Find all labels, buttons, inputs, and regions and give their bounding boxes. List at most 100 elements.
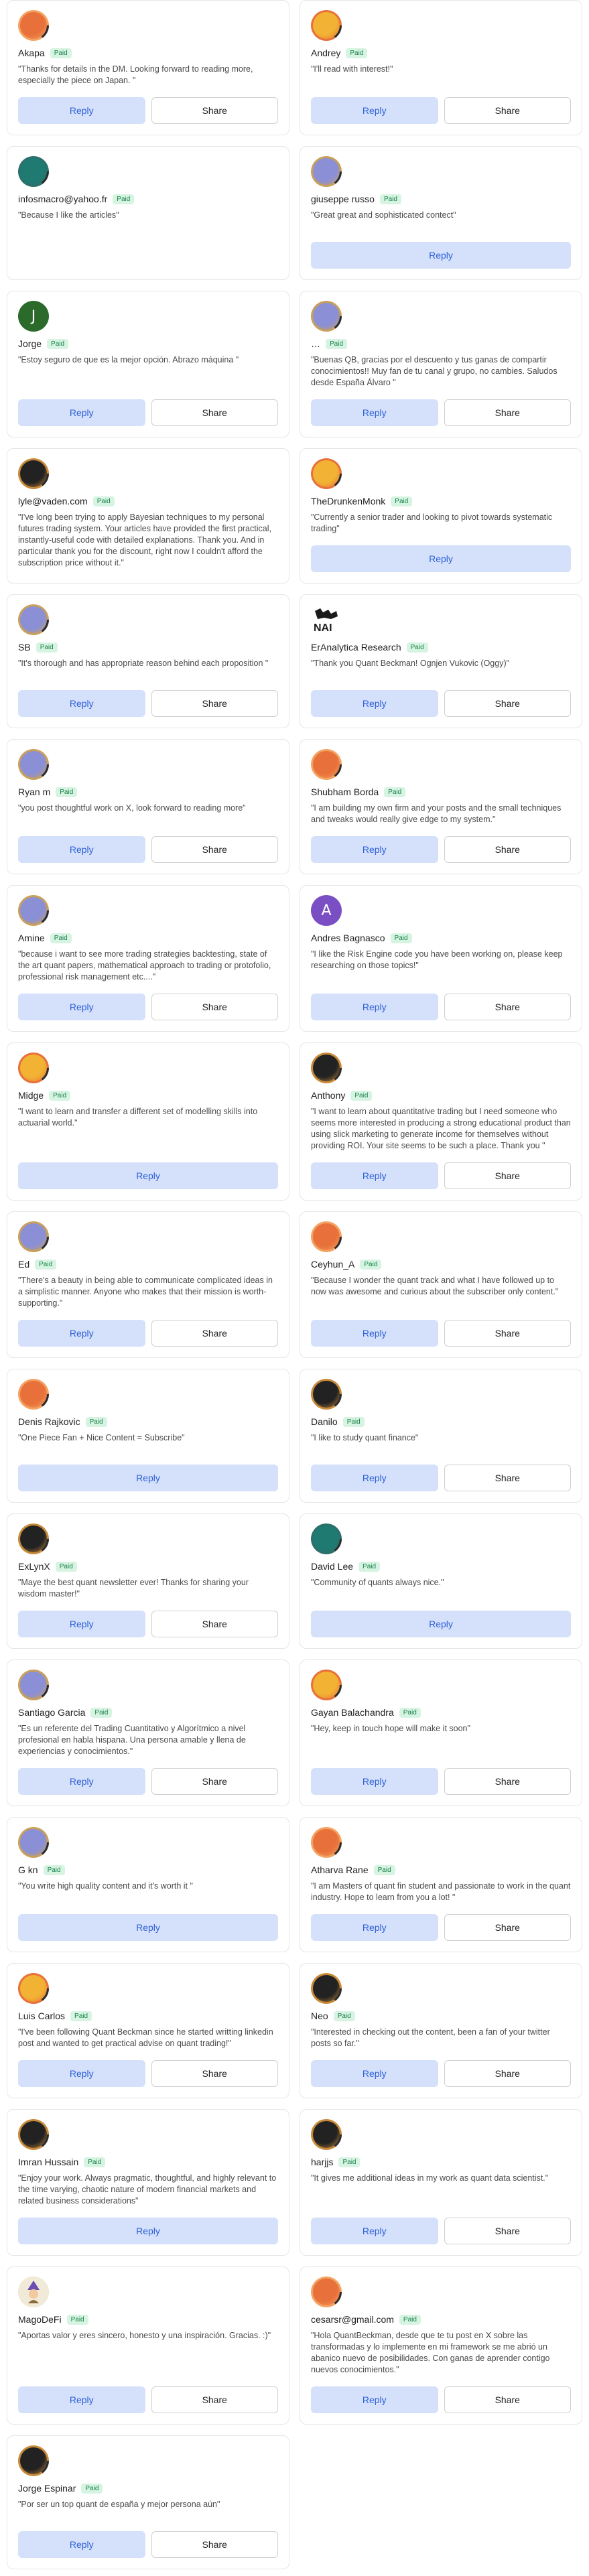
subscribe-reason: "I want to learn and transfer a differen… xyxy=(18,1107,258,1128)
reply-button[interactable]: Reply xyxy=(311,1914,438,1941)
paid-badge: Paid xyxy=(338,2157,361,2167)
share-button[interactable]: Share xyxy=(151,2531,278,2558)
share-button[interactable]: Share xyxy=(151,1320,278,1347)
reply-button[interactable]: Reply xyxy=(18,2531,145,2558)
card-actions: Reply Share xyxy=(18,1309,278,1347)
avatar xyxy=(18,156,49,187)
reply-button[interactable]: Reply xyxy=(311,690,438,717)
reply-button[interactable]: Reply xyxy=(311,1465,438,1491)
share-button[interactable]: Share xyxy=(151,2060,278,2087)
reply-button[interactable]: Reply xyxy=(311,836,438,863)
avatar xyxy=(18,1973,49,2004)
subscribe-reason: "Por ser un top quant de españa y mejor … xyxy=(18,2500,220,2509)
subscriber-name: Andrey xyxy=(311,48,341,58)
share-button[interactable]: Share xyxy=(444,2060,571,2087)
subscriber-card: Amine Paid "because i want to see more tra… xyxy=(7,885,289,1032)
reply-button[interactable]: Reply xyxy=(311,2060,438,2087)
share-button[interactable]: Share xyxy=(444,2386,571,2413)
share-button[interactable]: Share xyxy=(444,1914,571,1941)
subscriber-card: Atharva Rane Paid "I am Masters of quant f… xyxy=(300,1817,582,1952)
reply-button[interactable]: Reply xyxy=(18,1914,278,1941)
reply-button[interactable]: Reply xyxy=(18,994,145,1020)
share-button[interactable]: Share xyxy=(151,1768,278,1795)
share-button[interactable]: Share xyxy=(444,399,571,426)
subscriber-card: Andrey Paid "I'll read with interest!" Repl… xyxy=(300,0,582,135)
subscribe-reason: "Thanks for details in the DM. Looking f… xyxy=(18,64,253,85)
subscriber-card: Luis Carlos Paid "I've been following Quan… xyxy=(7,1963,289,2098)
share-button[interactable]: Share xyxy=(151,836,278,863)
reply-button[interactable]: Reply xyxy=(18,2386,145,2413)
paid-badge: Paid xyxy=(333,2011,355,2021)
paid-badge: Paid xyxy=(81,2483,103,2494)
card-actions: Reply Share xyxy=(311,679,571,717)
reply-button[interactable]: Reply xyxy=(18,1768,145,1795)
reply-button[interactable]: Reply xyxy=(311,399,438,426)
reply-button[interactable]: Reply xyxy=(311,2386,438,2413)
reply-button[interactable]: Reply xyxy=(311,545,571,572)
subscriber-name: Shubham Borda xyxy=(311,787,379,797)
reply-button[interactable]: Reply xyxy=(18,1465,278,1491)
subscriber-card: A Andres Bagnasco Paid "I like the Risk Eng… xyxy=(300,885,582,1032)
reply-button[interactable]: Reply xyxy=(18,2218,278,2244)
share-button[interactable]: Share xyxy=(151,1611,278,1637)
reply-button[interactable]: Reply xyxy=(18,836,145,863)
subscribe-reason: "There's a beauty in being able to commu… xyxy=(18,1276,273,1308)
share-button[interactable]: Share xyxy=(444,2218,571,2244)
reply-button[interactable]: Reply xyxy=(18,1162,278,1189)
reply-button[interactable]: Reply xyxy=(18,97,145,124)
card-actions: Reply Share xyxy=(18,2376,278,2413)
subscribe-reason: "Buenas QB, gracias por el descuento y t… xyxy=(311,355,558,387)
subscriber-name: … xyxy=(311,338,320,349)
subscribe-reason: "Es un referente del Trading Cuantitativ… xyxy=(18,1724,246,1756)
subscribe-reason: "I am building my own firm and your post… xyxy=(311,803,562,824)
reply-button[interactable]: Reply xyxy=(18,1320,145,1347)
share-button[interactable]: Share xyxy=(444,97,571,124)
share-button[interactable]: Share xyxy=(444,690,571,717)
subscriber-name: Danilo xyxy=(311,1416,338,1427)
avatar xyxy=(311,749,342,780)
share-button[interactable]: Share xyxy=(444,1465,571,1491)
subscribe-reason: "I'll read with interest!" xyxy=(311,64,393,74)
subscriber-name: harjjs xyxy=(311,2157,334,2167)
subscriber-name: Amine xyxy=(18,933,45,943)
paid-badge: Paid xyxy=(391,496,413,506)
card-actions: Reply xyxy=(311,1600,571,1637)
share-button[interactable]: Share xyxy=(151,994,278,1020)
reply-button[interactable]: Reply xyxy=(311,1162,438,1189)
reply-button[interactable]: Reply xyxy=(18,2060,145,2087)
paid-badge: Paid xyxy=(384,787,406,797)
avatar xyxy=(18,2119,49,2150)
paid-badge: Paid xyxy=(92,496,115,506)
reply-button[interactable]: Reply xyxy=(311,1768,438,1795)
reply-button[interactable]: Reply xyxy=(311,2218,438,2244)
reply-button[interactable]: Reply xyxy=(18,690,145,717)
reply-button[interactable]: Reply xyxy=(311,242,571,269)
paid-badge: Paid xyxy=(43,1865,65,1875)
reply-button[interactable]: Reply xyxy=(311,994,438,1020)
reply-button[interactable]: Reply xyxy=(311,1611,571,1637)
reply-button[interactable]: Reply xyxy=(18,399,145,426)
avatar xyxy=(18,1379,49,1410)
card-actions: Reply Share xyxy=(18,1600,278,1637)
share-button[interactable]: Share xyxy=(444,1162,571,1189)
share-button[interactable]: Share xyxy=(151,399,278,426)
card-actions: Reply Share xyxy=(311,1152,571,1189)
share-button[interactable]: Share xyxy=(444,994,571,1020)
subscriber-name: lyle@vaden.com xyxy=(18,496,88,506)
subscriber-name: David Lee xyxy=(311,1561,354,1572)
subscriber-card: Denis Rajkovic Paid "One Piece Fan + Nice … xyxy=(7,1369,289,1503)
share-button[interactable]: Share xyxy=(151,2386,278,2413)
share-button[interactable]: Share xyxy=(151,690,278,717)
reply-button[interactable]: Reply xyxy=(311,97,438,124)
reply-button[interactable]: Reply xyxy=(18,1611,145,1637)
subscriber-name: Gayan Balachandra xyxy=(311,1707,394,1718)
subscribe-reason: "You write high quality content and it's… xyxy=(18,1881,193,1891)
reply-button[interactable]: Reply xyxy=(311,1320,438,1347)
card-actions: Reply xyxy=(311,535,571,572)
share-button[interactable]: Share xyxy=(444,1768,571,1795)
card-actions: Reply Share xyxy=(18,679,278,717)
share-button[interactable]: Share xyxy=(151,97,278,124)
share-button[interactable]: Share xyxy=(444,1320,571,1347)
share-button[interactable]: Share xyxy=(444,836,571,863)
subscriber-name: Santiago Garcia xyxy=(18,1707,86,1718)
